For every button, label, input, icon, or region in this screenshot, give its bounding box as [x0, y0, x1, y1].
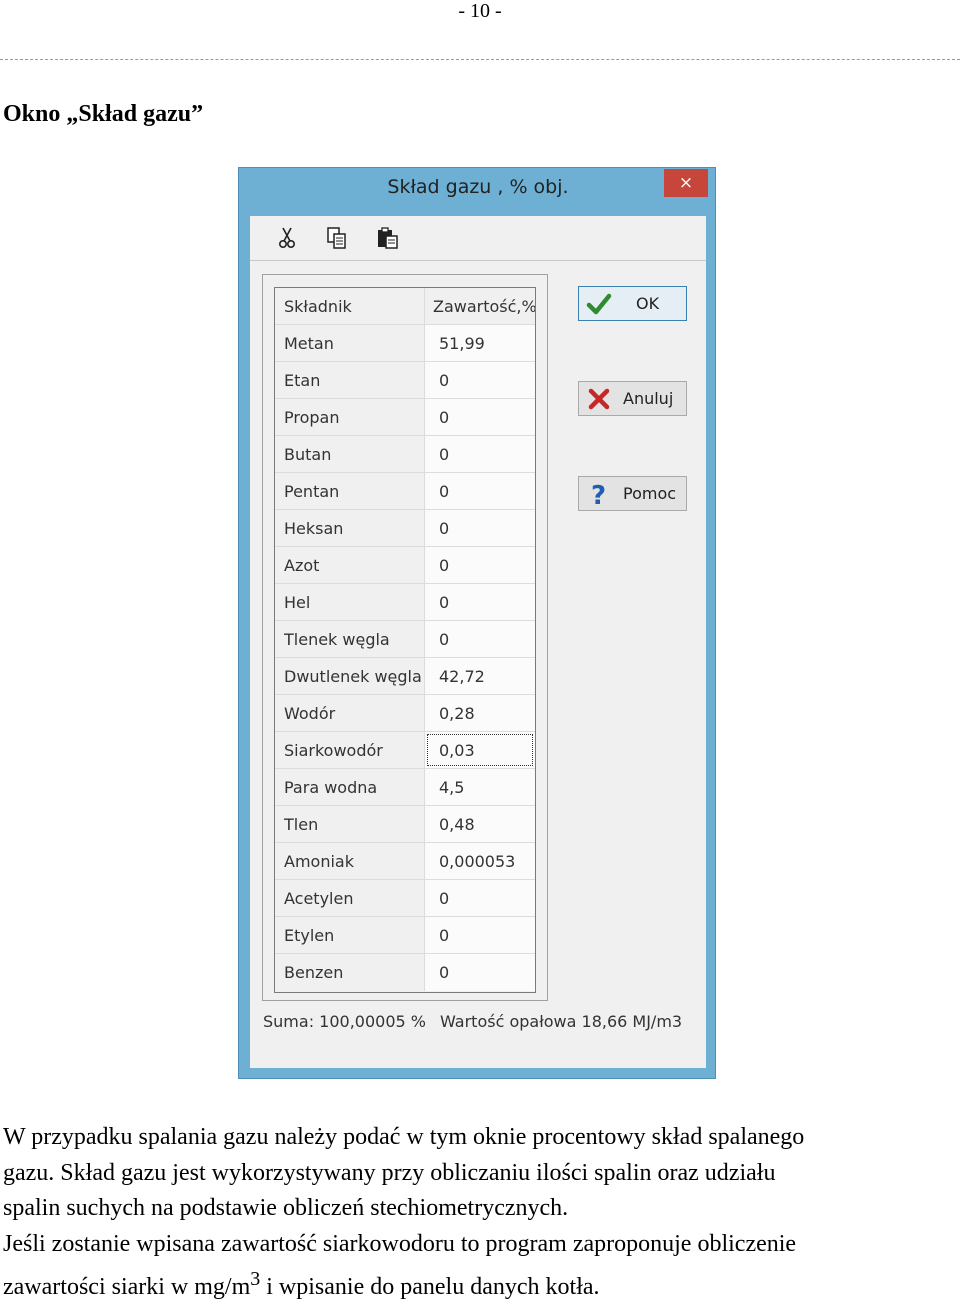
component-name: Benzen	[275, 954, 425, 991]
content-value-cell[interactable]: 42,72	[425, 658, 535, 694]
table-row: Acetylen 0	[275, 880, 535, 917]
content-value-cell[interactable]: 0	[425, 547, 535, 583]
check-icon	[586, 291, 612, 317]
table-row: Etylen 0	[275, 917, 535, 954]
component-name: Etylen	[275, 917, 425, 953]
content-value-cell[interactable]: 4,5	[425, 769, 535, 805]
component-name: Para wodna	[275, 769, 425, 805]
body-line-part: i wpisanie do panelu danych kotła.	[260, 1274, 600, 1300]
svg-text:?: ?	[591, 481, 606, 507]
body-line: zawartości siarki w mg/m3 i wpisanie do …	[3, 1262, 953, 1306]
content-value-cell[interactable]: 0	[425, 621, 535, 657]
close-button[interactable]: ×	[664, 169, 708, 197]
table-row: Metan 51,99	[275, 325, 535, 362]
component-name: Tlen	[275, 806, 425, 842]
dialog-title: Skład gazu , % obj.	[387, 176, 569, 198]
component-name: Hel	[275, 584, 425, 620]
content-value-cell[interactable]: 0	[425, 436, 535, 472]
column-header-component[interactable]: Składnik	[275, 288, 425, 324]
header-divider	[0, 59, 960, 60]
component-name: Azot	[275, 547, 425, 583]
component-name: Acetylen	[275, 880, 425, 916]
paste-icon[interactable]	[376, 226, 400, 250]
table-row: Azot 0	[275, 547, 535, 584]
table-row: Pentan 0	[275, 473, 535, 510]
body-line: Jeśli zostanie wpisana zawartość siarkow…	[3, 1230, 797, 1257]
status-bar: Suma: 100,00005 % Wartość opałowa 18,66 M…	[263, 1012, 703, 1031]
body-text: W przypadku spalania gazu należy podać w…	[3, 1120, 953, 1306]
column-header-content[interactable]: Zawartość,%	[425, 288, 535, 324]
component-name: Propan	[275, 399, 425, 435]
page-number-header: - 10 -	[458, 0, 502, 22]
body-line: gazu. Skład gazu jest wykorzystywany prz…	[3, 1159, 776, 1186]
table-row: Dwutlenek węgla 42,72	[275, 658, 535, 695]
help-button-label: Pomoc	[623, 484, 677, 503]
cancel-button[interactable]: Anuluj	[578, 381, 687, 416]
content-value-cell[interactable]: 0	[425, 473, 535, 509]
gas-composition-dialog: Skład gazu , % obj. × Składnik Zawartość…	[238, 167, 716, 1079]
table-row: Tlen 0,48	[275, 806, 535, 843]
help-button[interactable]: ? Pomoc	[578, 476, 687, 511]
ok-button[interactable]: OK	[578, 286, 687, 321]
component-name: Etan	[275, 362, 425, 398]
component-name: Heksan	[275, 510, 425, 546]
component-name: Metan	[275, 325, 425, 361]
section-title: Okno „Skład gazu”	[3, 101, 204, 127]
cancel-button-label: Anuluj	[623, 389, 674, 408]
superscript: 3	[250, 1268, 261, 1290]
table-row: Butan 0	[275, 436, 535, 473]
content-value-cell-focused[interactable]: 0,03	[425, 732, 535, 768]
table-row: Tlenek węgla 0	[275, 621, 535, 658]
component-name: Dwutlenek węgla	[275, 658, 425, 694]
table-row: Amoniak 0,000053	[275, 843, 535, 880]
component-name: Butan	[275, 436, 425, 472]
content-value-cell[interactable]: 0	[425, 917, 535, 953]
content-value-cell[interactable]: 51,99	[425, 325, 535, 361]
component-name: Siarkowodór	[275, 732, 425, 768]
content-value-cell[interactable]: 0,000053	[425, 843, 535, 879]
body-line: W przypadku spalania gazu należy podać w…	[3, 1124, 805, 1150]
content-value-cell[interactable]: 0	[425, 954, 535, 991]
content-value-cell[interactable]: 0	[425, 362, 535, 398]
body-line: spalin suchych na podstawie obliczeń ste…	[3, 1195, 569, 1221]
grid-header-row: Składnik Zawartość,%	[275, 288, 535, 325]
dialog-client-area: Składnik Zawartość,% Metan 51,99 Etan 0 Pr…	[250, 261, 706, 1068]
copy-icon[interactable]	[325, 226, 349, 250]
content-value-cell[interactable]: 0	[425, 399, 535, 435]
ok-button-label: OK	[636, 294, 660, 313]
scissors-icon[interactable]	[275, 226, 299, 250]
table-row: Propan 0	[275, 399, 535, 436]
table-row: Siarkowodór 0,03	[275, 732, 535, 769]
table-row: Benzen 0	[275, 954, 535, 991]
toolbar	[250, 216, 706, 261]
table-row: Hel 0	[275, 584, 535, 621]
component-name: Wodór	[275, 695, 425, 731]
sum-readout: Suma: 100,00005 %	[263, 1012, 426, 1031]
component-name: Amoniak	[275, 843, 425, 879]
table-row: Wodór 0,28	[275, 695, 535, 732]
content-value-cell[interactable]: 0,28	[425, 695, 535, 731]
table-row: Para wodna 4,5	[275, 769, 535, 806]
component-name: Tlenek węgla	[275, 621, 425, 657]
calorific-value-readout: Wartość opałowa 18,66 MJ/m3	[439, 1012, 683, 1031]
content-value-cell[interactable]: 0	[425, 510, 535, 546]
table-row: Heksan 0	[275, 510, 535, 547]
content-value-cell[interactable]: 0	[425, 584, 535, 620]
component-name: Pentan	[275, 473, 425, 509]
cancel-x-icon	[586, 386, 612, 412]
composition-grid[interactable]: Składnik Zawartość,% Metan 51,99 Etan 0 Pr…	[274, 287, 536, 993]
content-value-cell[interactable]: 0,48	[425, 806, 535, 842]
content-value-cell[interactable]: 0	[425, 880, 535, 916]
body-line-part: zawartości siarki w mg/m	[3, 1274, 251, 1300]
help-question-icon: ?	[586, 481, 612, 511]
table-row: Etan 0	[275, 362, 535, 399]
